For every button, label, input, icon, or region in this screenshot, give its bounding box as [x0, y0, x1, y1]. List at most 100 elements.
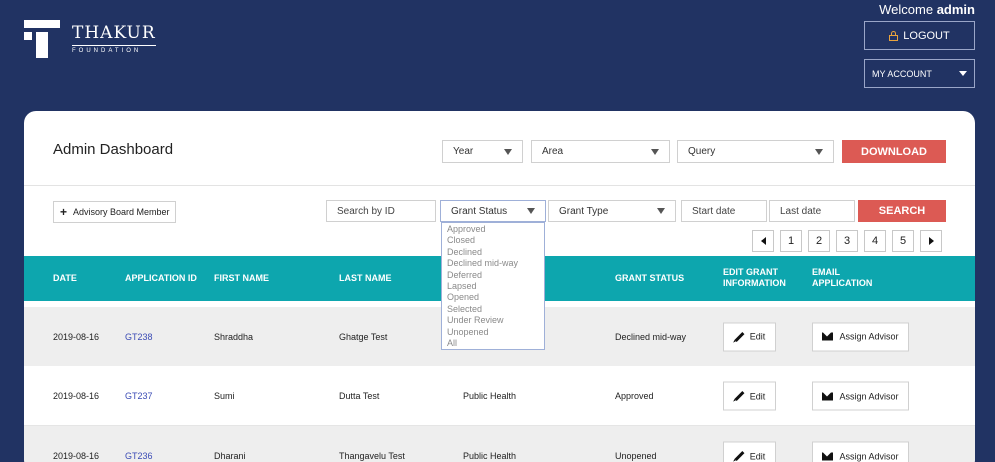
cell-date: 2019-08-16	[53, 391, 100, 401]
divider	[24, 185, 975, 186]
welcome-prefix: Welcome	[879, 2, 934, 17]
grant-status-label: Grant Status	[451, 205, 508, 217]
chevron-down-icon	[815, 148, 823, 155]
assign-advisor-button[interactable]: Assign Advisor	[812, 381, 909, 411]
cell-application-id-link[interactable]: GT236	[125, 451, 153, 461]
chevron-down-icon	[651, 148, 659, 155]
cell-grant-status: Approved	[615, 391, 654, 401]
cell-area: Public Health	[463, 391, 517, 401]
download-button[interactable]: DOWNLOAD	[842, 140, 946, 163]
prev-page-button[interactable]	[752, 230, 774, 252]
option-unopened[interactable]: Unopened	[447, 327, 539, 338]
chevron-left-icon	[760, 237, 766, 245]
edit-button[interactable]: Edit	[723, 381, 776, 411]
logo[interactable]: THAKUR FOUNDATION	[24, 20, 156, 58]
plus-icon: +	[60, 205, 68, 219]
cell-last-name: Dutta Test	[339, 391, 380, 401]
cell-date: 2019-08-16	[53, 451, 100, 461]
cell-last-name: Ghatge Test	[339, 331, 388, 342]
page-button-2[interactable]: 2	[808, 230, 830, 252]
page-button-4[interactable]: 4	[864, 230, 886, 252]
pencil-icon	[734, 331, 745, 342]
logout-button[interactable]: LOGOUT	[864, 21, 975, 50]
chevron-right-icon	[928, 237, 934, 245]
option-opened[interactable]: Opened	[447, 292, 539, 303]
col-edit-grant: EDIT GRANT INFORMATION	[723, 267, 786, 289]
pagination: 1 2 3 4 5	[752, 230, 942, 252]
welcome-user: admin	[936, 2, 975, 17]
assign-advisor-button[interactable]: Assign Advisor	[812, 441, 909, 462]
start-date-input[interactable]	[681, 200, 767, 222]
page-button-3[interactable]: 3	[836, 230, 858, 252]
my-account-dropdown[interactable]: MY ACCOUNT	[864, 59, 975, 88]
cell-application-id-link[interactable]: GT237	[125, 391, 153, 401]
search-button[interactable]: SEARCH	[858, 200, 946, 222]
query-select[interactable]: Query	[677, 140, 834, 163]
option-deferred[interactable]: Deferred	[447, 270, 539, 281]
grant-status-select[interactable]: Grant Status	[440, 200, 546, 222]
area-select[interactable]: Area	[531, 140, 670, 163]
assign-label: Assign Advisor	[839, 331, 899, 342]
col-email-application: EMAIL APPLICATION	[812, 267, 872, 289]
col-edit-line2: INFORMATION	[723, 278, 786, 288]
envelope-icon	[822, 332, 834, 341]
table-row: 2019-08-16 GT236 Dharani Thangavelu Test…	[24, 426, 975, 462]
option-closed[interactable]: Closed	[447, 235, 539, 246]
assign-label: Assign Advisor	[839, 391, 899, 401]
option-under-review[interactable]: Under Review	[447, 315, 539, 326]
search-id-input[interactable]	[326, 200, 436, 222]
chevron-down-icon	[504, 148, 512, 155]
option-lapsed[interactable]: Lapsed	[447, 281, 539, 292]
col-email-line1: EMAIL	[812, 267, 840, 277]
assign-advisor-button[interactable]: Assign Advisor	[812, 322, 909, 351]
edit-label: Edit	[749, 391, 766, 401]
last-date-input[interactable]	[769, 200, 855, 222]
col-edit-line1: EDIT GRANT	[723, 267, 778, 277]
my-account-label: MY ACCOUNT	[872, 68, 932, 79]
chevron-down-icon	[527, 208, 535, 214]
envelope-icon	[822, 452, 834, 460]
col-email-line2: APPLICATION	[812, 278, 873, 288]
option-all[interactable]: All	[447, 338, 539, 349]
chevron-down-icon	[657, 208, 665, 214]
table-row: 2019-08-16 GT237 Sumi Dutta Test Public …	[24, 367, 975, 426]
cell-grant-status: Unopened	[615, 451, 657, 461]
chevron-down-icon	[959, 71, 967, 76]
cell-first-name: Shraddha	[214, 331, 254, 342]
option-declined-mid-way[interactable]: Declined mid-way	[447, 258, 539, 269]
option-approved[interactable]: Approved	[447, 224, 539, 235]
option-selected[interactable]: Selected	[447, 304, 539, 315]
page-button-1[interactable]: 1	[780, 230, 802, 252]
col-application-id: APPLICATION ID	[125, 273, 197, 283]
page-button-5[interactable]: 5	[892, 230, 914, 252]
logout-label: LOGOUT	[903, 29, 950, 42]
col-date: DATE	[53, 273, 77, 283]
logo-mark-icon	[24, 20, 60, 58]
logo-text: THAKUR FOUNDATION	[72, 24, 156, 54]
assign-label: Assign Advisor	[839, 451, 899, 461]
advisory-label: Advisory Board Member	[73, 207, 170, 217]
cell-first-name: Dharani	[214, 451, 246, 461]
next-page-button[interactable]	[920, 230, 942, 252]
grant-type-select[interactable]: Grant Type	[548, 200, 676, 222]
cell-date: 2019-08-16	[53, 331, 100, 342]
pencil-icon	[734, 391, 745, 401]
option-declined[interactable]: Declined	[447, 247, 539, 258]
edit-button[interactable]: Edit	[723, 441, 776, 462]
add-advisory-board-member-button[interactable]: + Advisory Board Member	[53, 201, 176, 223]
cell-grant-status: Declined mid-way	[615, 331, 687, 342]
welcome-text: Welcome admin	[879, 2, 975, 17]
brand-tagline: FOUNDATION	[72, 45, 156, 54]
pencil-icon	[734, 451, 745, 461]
area-select-label: Area	[542, 146, 564, 157]
page-title: Admin Dashboard	[53, 141, 174, 158]
edit-button[interactable]: Edit	[723, 322, 776, 351]
cell-area: Public Health	[463, 451, 517, 461]
brand-name: THAKUR	[72, 23, 156, 43]
col-last-name: LAST NAME	[339, 273, 392, 283]
year-select[interactable]: Year	[442, 140, 523, 163]
grant-status-options: Approved Closed Declined Declined mid-wa…	[441, 222, 545, 350]
query-select-label: Query	[688, 146, 716, 157]
cell-application-id-link[interactable]: GT238	[125, 332, 153, 342]
cell-first-name: Sumi	[214, 391, 235, 401]
